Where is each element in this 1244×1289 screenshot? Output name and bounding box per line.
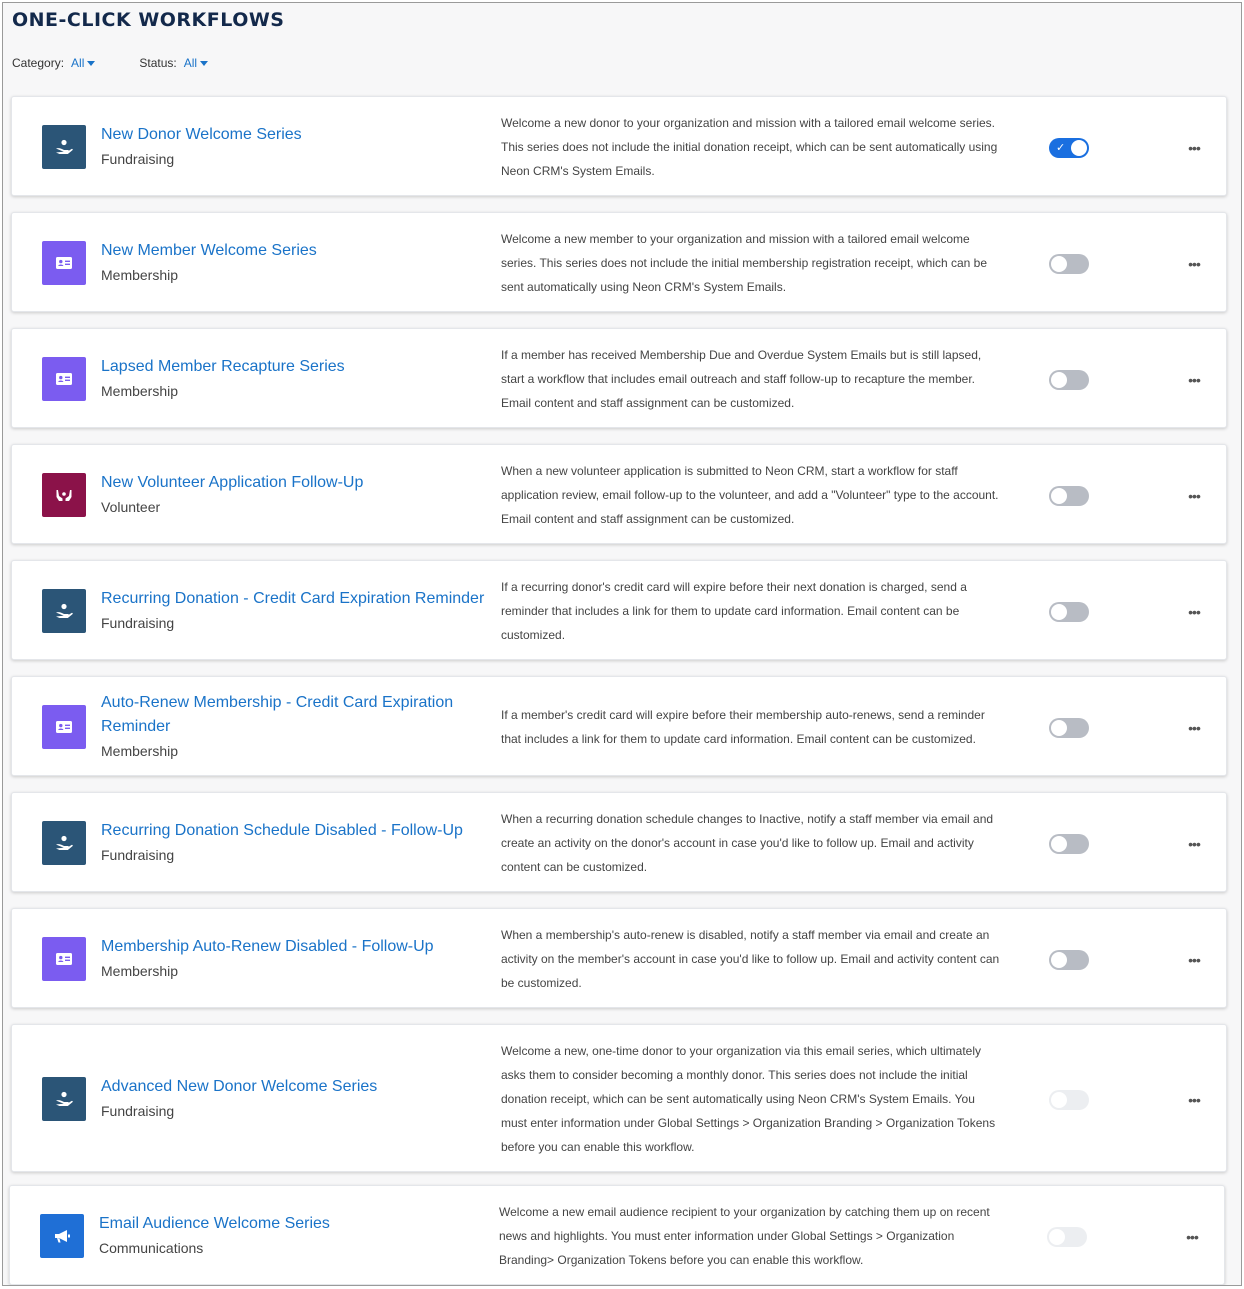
toggle-knob	[1051, 836, 1067, 852]
membership-card-icon	[42, 937, 86, 981]
more-options-icon[interactable]: •••	[1182, 373, 1206, 393]
workflow-description: When a recurring donation schedule chang…	[501, 812, 994, 874]
workflow-title[interactable]: Auto-Renew Membership - Credit Card Expi…	[101, 691, 481, 739]
workflow-category: Fundraising	[101, 1103, 175, 1119]
toggle-knob	[1051, 720, 1067, 736]
donation-hand-icon	[42, 589, 86, 633]
toggle-knob	[1051, 1092, 1067, 1108]
more-options-icon[interactable]: •••	[1182, 141, 1206, 161]
workflow-toggle[interactable]	[1049, 486, 1089, 506]
toggle-knob	[1051, 604, 1067, 620]
workflow-title[interactable]: Advanced New Donor Welcome Series	[101, 1075, 491, 1099]
workflow-description: If a member's credit card will expire be…	[501, 708, 985, 746]
workflow-category: Membership	[101, 383, 179, 399]
workflow-category: Membership	[101, 963, 179, 979]
membership-card-icon	[42, 357, 86, 401]
workflow-category: Fundraising	[101, 151, 175, 167]
megaphone-icon	[40, 1214, 84, 1258]
caret-down-icon[interactable]	[87, 61, 96, 66]
workflow-card: New Volunteer Application Follow-Up Volu…	[11, 444, 1227, 544]
caret-down-icon[interactable]	[200, 61, 209, 66]
workflow-card: Recurring Donation - Credit Card Expirat…	[11, 560, 1227, 660]
more-options-icon[interactable]: •••	[1182, 489, 1206, 509]
more-options-icon[interactable]: •••	[1182, 605, 1206, 625]
workflow-card: Lapsed Member Recapture Series Membershi…	[11, 328, 1227, 428]
toggle-knob	[1051, 488, 1067, 504]
workflow-category: Fundraising	[101, 615, 175, 631]
toggle-knob	[1051, 256, 1067, 272]
workflow-card: New Member Welcome Series Membership Wel…	[11, 212, 1227, 312]
workflow-description: If a recurring donor's credit card will …	[501, 580, 967, 642]
membership-card-icon	[42, 241, 86, 285]
workflow-category: Volunteer	[101, 499, 161, 515]
workflow-toggle[interactable]	[1049, 834, 1089, 854]
donation-hand-icon	[42, 125, 86, 169]
toggle-knob	[1071, 140, 1087, 156]
workflow-title[interactable]: New Volunteer Application Follow-Up	[101, 471, 491, 495]
workflow-description: When a new volunteer application is subm…	[501, 464, 999, 526]
workflow-card: Membership Auto-Renew Disabled - Follow-…	[11, 908, 1227, 1008]
toggle-knob	[1051, 952, 1067, 968]
more-options-icon[interactable]: •••	[1182, 721, 1206, 741]
filter-bar: Category: All Status: All	[12, 56, 252, 70]
workflow-toggle[interactable]	[1049, 370, 1089, 390]
workflow-toggle[interactable]	[1047, 1227, 1087, 1247]
category-filter[interactable]: Category: All	[12, 56, 96, 70]
workflow-title[interactable]: New Donor Welcome Series	[101, 123, 491, 147]
workflow-title[interactable]: Email Audience Welcome Series	[99, 1212, 489, 1236]
workflow-toggle[interactable]	[1049, 1090, 1089, 1110]
status-filter-label: Status:	[139, 56, 177, 70]
workflow-card: Recurring Donation Schedule Disabled - F…	[11, 792, 1227, 892]
workflow-card: Advanced New Donor Welcome Series Fundra…	[11, 1024, 1227, 1172]
more-options-icon[interactable]: •••	[1182, 953, 1206, 973]
volunteer-hands-icon	[42, 473, 86, 517]
workflow-toggle[interactable]	[1049, 950, 1089, 970]
more-options-icon[interactable]: •••	[1180, 1230, 1204, 1250]
toggle-knob	[1049, 1229, 1065, 1245]
workflow-toggle[interactable]	[1049, 718, 1089, 738]
workflow-description: Welcome a new, one-time donor to your or…	[501, 1044, 996, 1154]
workflow-card: Auto-Renew Membership - Credit Card Expi…	[11, 676, 1227, 776]
workflow-card: New Donor Welcome Series Fundraising Wel…	[11, 96, 1227, 196]
checkmark-icon: ✓	[1056, 142, 1066, 154]
workflow-description: Welcome a new member to your organizatio…	[501, 232, 988, 294]
workflow-title[interactable]: New Member Welcome Series	[101, 239, 491, 263]
donation-hand-icon	[42, 821, 86, 865]
page-title: ONE-CLICK WORKFLOWS	[12, 9, 285, 31]
workflow-category: Communications	[99, 1240, 204, 1256]
workflow-description: If a member has received Membership Due …	[501, 348, 982, 410]
workflow-title[interactable]: Membership Auto-Renew Disabled - Follow-…	[101, 935, 491, 959]
workflow-toggle[interactable]	[1049, 602, 1089, 622]
status-filter-value[interactable]: All	[184, 56, 197, 70]
workflow-description: Welcome a new donor to your organization…	[501, 116, 998, 178]
workflow-toggle[interactable]: ✓	[1049, 138, 1089, 158]
workflow-description: When a membership's auto-renew is disabl…	[501, 928, 1000, 990]
more-options-icon[interactable]: •••	[1182, 257, 1206, 277]
workflow-toggle[interactable]	[1049, 254, 1089, 274]
more-options-icon[interactable]: •••	[1182, 1093, 1206, 1113]
category-filter-value[interactable]: All	[71, 56, 84, 70]
more-options-icon[interactable]: •••	[1182, 837, 1206, 857]
workflow-card: Email Audience Welcome Series Communicat…	[9, 1185, 1225, 1285]
category-filter-label: Category:	[12, 56, 65, 70]
workflow-description: Welcome a new email audience recipient t…	[499, 1205, 990, 1267]
workflow-category: Membership	[101, 743, 179, 759]
workflows-panel: ONE-CLICK WORKFLOWS Category: All Status…	[2, 2, 1242, 1286]
toggle-knob	[1051, 372, 1067, 388]
workflow-title[interactable]: Recurring Donation - Credit Card Expirat…	[101, 587, 491, 611]
workflow-category: Fundraising	[101, 847, 175, 863]
workflow-title[interactable]: Lapsed Member Recapture Series	[101, 355, 491, 379]
workflow-title[interactable]: Recurring Donation Schedule Disabled - F…	[101, 819, 491, 843]
donation-hand-icon	[42, 1077, 86, 1121]
membership-card-icon	[42, 705, 86, 749]
workflow-category: Membership	[101, 267, 179, 283]
status-filter[interactable]: Status: All	[139, 56, 209, 70]
